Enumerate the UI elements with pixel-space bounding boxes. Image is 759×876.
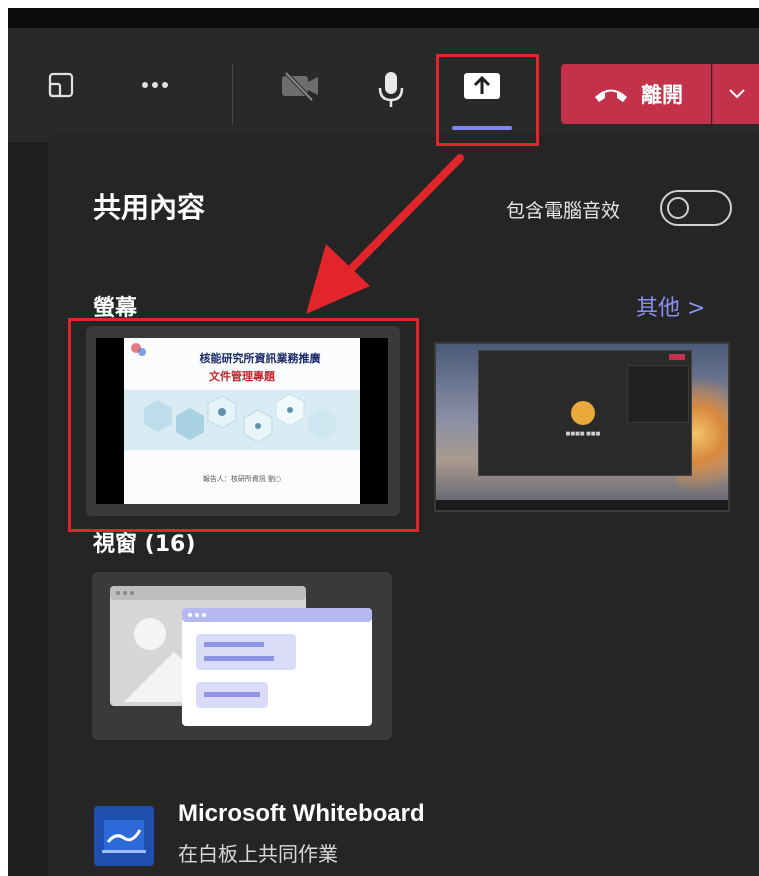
annotation-arrow [306,154,464,314]
teams-meeting-window: 離開 共用內容 包含電腦音效 螢幕 其他 > 核能研究所資訊業務推廣 文件管理專… [8,8,759,876]
